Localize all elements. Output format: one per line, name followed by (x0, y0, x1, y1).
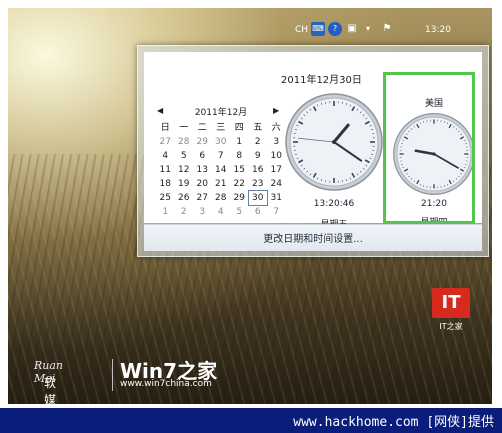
calendar-week-row: 27 28 29 30 1 2 3 (156, 135, 286, 149)
weekday-label: 日 (160, 123, 170, 133)
brand-chinese: 软媒 (44, 376, 57, 404)
change-datetime-settings-link[interactable]: 更改日期和时间设置... (144, 230, 482, 245)
calendar-day[interactable]: 6 (193, 149, 212, 163)
next-month-icon[interactable]: ▶ (273, 106, 279, 115)
calendar-day[interactable]: 27 (156, 135, 175, 149)
calendar-day[interactable]: 5 (175, 149, 194, 163)
local-analog-clock (285, 93, 383, 191)
calendar-weekday-header: 日一二三四五六 (156, 121, 286, 135)
calendar-day[interactable]: 29 (230, 191, 249, 205)
it-home-icon[interactable]: IT (432, 288, 470, 318)
calendar-day[interactable]: 26 (175, 191, 194, 205)
highlight-box (383, 72, 475, 224)
weekday-label: 四 (234, 123, 244, 133)
help-icon[interactable]: ? (328, 22, 342, 36)
weekday-label: 三 (216, 123, 226, 133)
calendar-day[interactable]: 15 (230, 163, 249, 177)
keyboard-icon[interactable]: ⌨ (311, 22, 325, 36)
calendar-day[interactable]: 5 (230, 205, 249, 219)
screenshot-frame: CH ⌨ ? ▣ ▾ ⚑ 13:20 2011年12月30日 ◀ 2011年12… (8, 8, 492, 404)
calendar-day[interactable]: 7 (267, 205, 286, 219)
calendar-day[interactable]: 24 (267, 177, 286, 191)
calendar-day[interactable]: 11 (156, 163, 175, 177)
flag-icon[interactable]: ⚑ (380, 22, 394, 36)
calendar-day[interactable]: 18 (156, 177, 175, 191)
calendar-day[interactable]: 28 (175, 135, 194, 149)
calendar-day[interactable]: 3 (267, 135, 286, 149)
calendar-day[interactable]: 1 (230, 135, 249, 149)
calendar-day[interactable]: 13 (193, 163, 212, 177)
volume-icon[interactable]: ▾ (361, 22, 375, 36)
calendar-day[interactable]: 16 (249, 163, 268, 177)
month-label[interactable]: 2011年12月 (181, 105, 261, 118)
date-title[interactable]: 2011年12月30日 (281, 71, 362, 86)
watermark-text: www.hackhome.com [网侠]提供 (293, 415, 494, 430)
calendar-day[interactable]: 8 (230, 149, 249, 163)
calendar-day[interactable]: 25 (156, 191, 175, 205)
watermark-banner: www.hackhome.com [网侠]提供 (0, 408, 502, 433)
calendar-day[interactable]: 27 (193, 191, 212, 205)
calendar-week-row: 1234567 (156, 205, 286, 219)
calendar-day[interactable]: 28 (212, 191, 231, 205)
calendar-day[interactable]: 1 (156, 205, 175, 219)
calendar-day[interactable]: 19 (175, 177, 194, 191)
calendar-day[interactable]: 2 (249, 135, 268, 149)
calendar-week-row: 18 19 20 21 22 23 24 (156, 177, 286, 191)
calendar-days: 27 28 29 30 1 2 3 4 5 6 7 8 9 10 11 12 13 14 15 16 17 18 19 20 2… (156, 135, 286, 219)
weekday-label: 一 (179, 123, 189, 133)
clock-center (332, 140, 336, 144)
weekday-label: 二 (197, 123, 207, 133)
calendar-week-row: 11 12 13 14 15 16 17 (156, 163, 286, 177)
flyout-footer: 更改日期和时间设置... (144, 224, 482, 251)
network-icon[interactable]: ▣ (345, 22, 359, 36)
calendar-day[interactable]: 10 (267, 149, 286, 163)
calendar-day[interactable]: 17 (267, 163, 286, 177)
it-home-label[interactable]: IT之家 (428, 321, 474, 332)
calendar-day[interactable]: 30 (212, 135, 231, 149)
taskbar-clock[interactable]: 13:20 (425, 20, 451, 40)
calendar-day[interactable]: 7 (212, 149, 231, 163)
calendar-day[interactable]: 21 (212, 177, 231, 191)
brand-url: www.win7china.com (120, 379, 212, 389)
calendar-grid: 日一二三四五六 27 28 29 30 1 2 3 4 5 6 7 8 9 10 11 12 13 14 15 16 1… (156, 121, 286, 219)
calendar-day[interactable]: 4 (212, 205, 231, 219)
calendar-day[interactable]: 4 (156, 149, 175, 163)
calendar-week-row: 4 5 6 7 8 9 10 (156, 149, 286, 163)
calendar-day[interactable]: 14 (212, 163, 231, 177)
calendar-day[interactable]: 31 (267, 191, 286, 205)
brand-divider (112, 359, 113, 391)
calendar-day[interactable]: 29 (193, 135, 212, 149)
calendar-day[interactable]: 9 (249, 149, 268, 163)
calendar-day[interactable]: 12 (175, 163, 194, 177)
language-indicator[interactable]: CH (295, 20, 308, 40)
calendar-day[interactable]: 6 (249, 205, 268, 219)
weekday-label: 六 (271, 123, 281, 133)
calendar-day[interactable]: 30 (247, 190, 268, 206)
calendar-week-row: 25 26 27 28 29 30 31 (156, 190, 286, 206)
calendar-day[interactable]: 23 (249, 177, 268, 191)
prev-month-icon[interactable]: ◀ (157, 106, 163, 115)
calendar-day[interactable]: 22 (230, 177, 249, 191)
calendar-day[interactable]: 20 (193, 177, 212, 191)
local-clock-time: 13:20:46 (313, 199, 355, 209)
calendar-day[interactable]: 3 (193, 205, 212, 219)
weekday-label: 五 (253, 123, 263, 133)
calendar-day[interactable]: 2 (175, 205, 194, 219)
